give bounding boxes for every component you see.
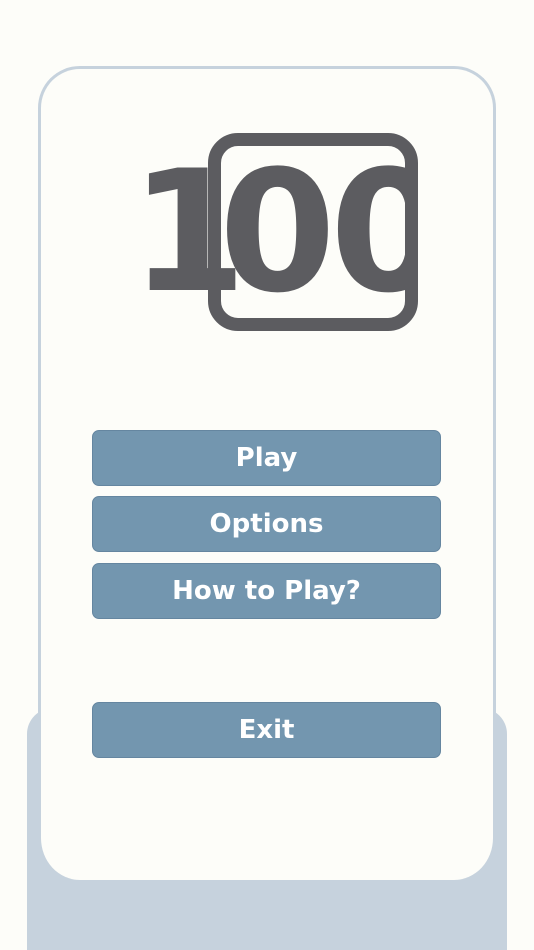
how-to-play-button[interactable]: How to Play? <box>92 563 441 619</box>
logo-digits-zero: 00 <box>219 134 405 330</box>
logo-box-frame: 00 <box>208 133 418 331</box>
exit-button[interactable]: Exit <box>92 702 441 758</box>
play-button[interactable]: Play <box>92 430 441 486</box>
options-button[interactable]: Options <box>92 496 441 552</box>
game-logo: 1 00 <box>130 130 430 340</box>
main-menu-screen: 1 00 Play Options How to Play? Exit <box>0 0 534 950</box>
